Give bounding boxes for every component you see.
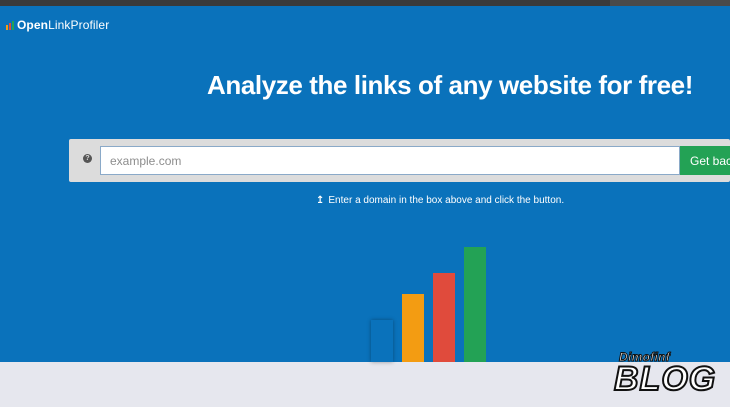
bar-illustration <box>0 0 730 362</box>
blog-watermark: Dimofinf BLOG <box>612 350 722 404</box>
illustration-bar-green <box>464 247 486 362</box>
illustration-bar-red <box>433 273 455 362</box>
watermark-big-text: BLOG <box>613 359 717 399</box>
illustration-bar-blue <box>371 320 393 362</box>
illustration-bar-orange <box>402 294 424 362</box>
